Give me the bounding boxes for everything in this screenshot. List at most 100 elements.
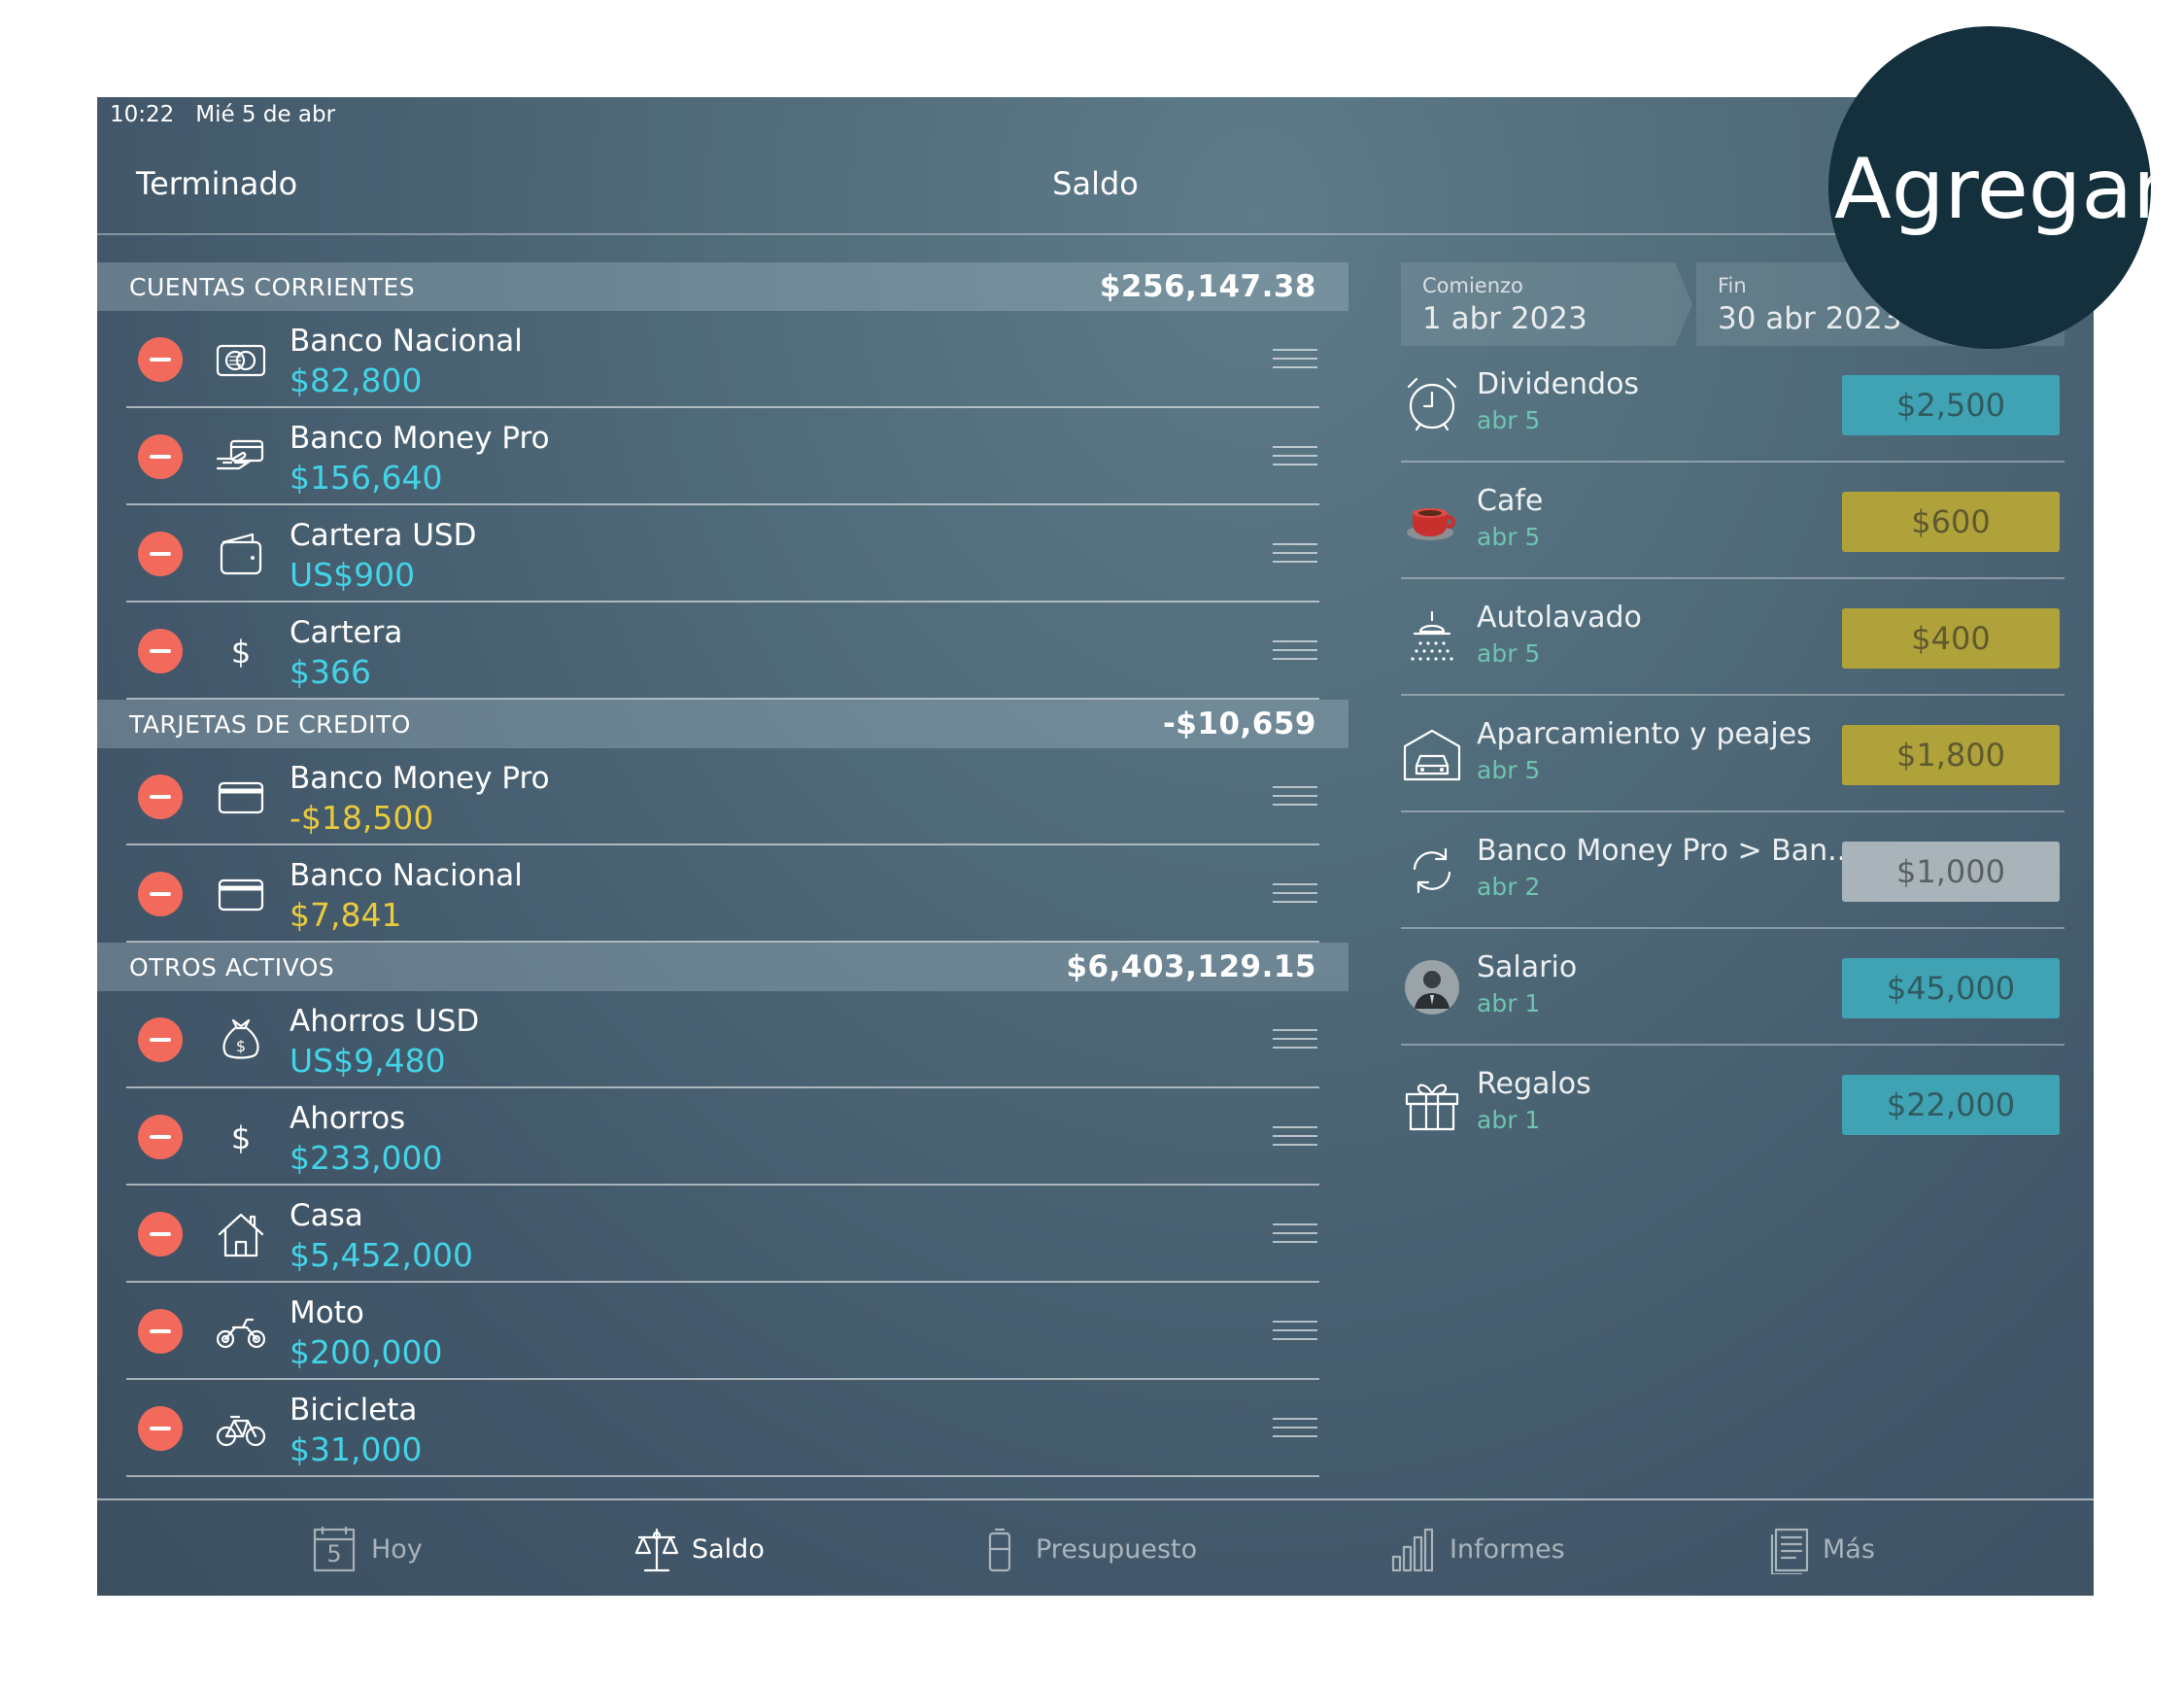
account-row[interactable]: Casa $5,452,000 [97,1186,1348,1283]
delete-button[interactable] [138,1406,183,1451]
scale-icon [631,1526,682,1574]
transaction-row[interactable]: Cafe abr 5 $600 [1401,463,2065,579]
reorder-handle-icon[interactable] [1273,1223,1317,1245]
person-avatar-icon [1401,956,1463,1018]
section-header: CUENTAS CORRIENTES $256,147.38 [97,262,1348,311]
dollar-icon: $ [214,1110,268,1164]
transaction-row[interactable]: Autolavado abr 5 $400 [1401,579,2065,696]
account-row[interactable]: Banco Money Pro $156,640 [97,408,1348,505]
transaction-row[interactable]: Dividendos abr 5 $2,500 [1401,346,2065,463]
delete-button[interactable] [138,1309,183,1354]
account-name: Ahorros USD [290,1004,480,1039]
tab-label: Informes [1450,1534,1565,1565]
transaction-amount-badge: $400 [1842,608,2060,669]
svg-text:$: $ [236,1037,246,1055]
delete-button[interactable] [138,337,183,382]
section-header: OTROS ACTIVOS $6,403,129.15 [97,943,1348,991]
transaction-date: abr 1 [1477,1106,1541,1134]
reorder-handle-icon[interactable] [1273,883,1317,905]
account-row[interactable]: $ Cartera $366 [97,602,1348,700]
reorder-handle-icon[interactable] [1273,1029,1317,1050]
transaction-name: Banco Money Pro > Ban... [1477,834,1856,868]
account-row[interactable]: Banco Nacional $7,841 [97,845,1348,943]
account-row[interactable]: Bicicleta $31,000 [97,1380,1348,1477]
coffee-cup-icon [1401,490,1463,552]
period-start-segment[interactable]: Comienzo 1 abr 2023 [1401,262,1692,346]
transactions-panel: Comienzo 1 abr 2023 Fin 30 abr 2023 Divi… [1401,262,2065,1162]
section-header: TARJETAS DE CREDITO -$10,659 [97,700,1348,748]
reorder-handle-icon[interactable] [1273,1321,1317,1342]
delete-button[interactable] [138,1017,183,1062]
add-button-label: Agregar [1834,141,2151,238]
done-button[interactable]: Terminado [136,165,297,202]
section-title: CUENTAS CORRIENTES [129,273,416,301]
account-row[interactable]: $ Ahorros $233,000 [97,1088,1348,1186]
period-start-value: 1 abr 2023 [1422,301,1587,336]
delete-button[interactable] [138,532,183,576]
calendar-icon: 5 [309,1526,359,1574]
accounts-list: CUENTAS CORRIENTES $256,147.38 Banco Nac… [97,262,1348,1477]
account-amount: US$900 [290,556,416,594]
shower-icon [1401,606,1463,669]
account-row[interactable]: Banco Money Pro -$18,500 [97,748,1348,845]
tabbar-divider [97,1498,2094,1500]
row-divider [126,1475,1319,1477]
wallet-icon [214,527,268,581]
reorder-handle-icon[interactable] [1273,1126,1317,1148]
reorder-handle-icon[interactable] [1273,640,1317,662]
transaction-name: Cafe [1477,484,1544,518]
transaction-row[interactable]: Aparcamiento y peajes abr 5 $1,800 [1401,696,2065,812]
transaction-date: abr 5 [1477,523,1541,551]
account-name: Banco Money Pro [290,421,550,456]
transaction-amount-badge: $2,500 [1842,375,2060,435]
account-row[interactable]: Banco Nacional $82,800 [97,311,1348,408]
account-amount: US$9,480 [290,1042,446,1080]
account-row[interactable]: Cartera USD US$900 [97,505,1348,602]
account-name: Moto [290,1295,364,1330]
reorder-handle-icon[interactable] [1273,1418,1317,1439]
transaction-amount-badge: $22,000 [1842,1075,2060,1135]
delete-button[interactable] [138,629,183,673]
period-end-value: 30 abr 2023 [1718,301,1902,336]
transaction-date: abr 5 [1477,756,1541,784]
account-row[interactable]: $ Ahorros USD US$9,480 [97,991,1348,1088]
section-title: TARJETAS DE CREDITO [129,710,411,739]
delete-button[interactable] [138,1115,183,1159]
transaction-row[interactable]: Banco Money Pro > Ban... abr 2 $1,000 [1401,812,2065,929]
add-button-magnified[interactable]: Agregar [1828,26,2151,349]
transaction-row[interactable]: Regalos abr 1 $22,000 [1401,1046,2065,1162]
navbar-divider [97,233,2094,235]
reorder-handle-icon[interactable] [1273,786,1317,808]
tab-bar: 5 Hoy Saldo Presupuesto Informes Más [97,1498,2094,1596]
reorder-handle-icon[interactable] [1273,349,1317,370]
section-total: -$10,659 [1162,706,1316,741]
transaction-amount-badge: $1,800 [1842,725,2060,785]
transaction-amount-badge: $45,000 [1842,958,2060,1018]
account-name: Banco Money Pro [290,761,550,796]
credit-card-icon [214,867,268,921]
account-amount: $156,640 [290,459,443,497]
house-icon [214,1207,268,1261]
section-total: $6,403,129.15 [1066,949,1316,984]
transaction-row[interactable]: Salario abr 1 $45,000 [1401,929,2065,1046]
delete-button[interactable] [138,872,183,916]
delete-button[interactable] [138,434,183,479]
reorder-handle-icon[interactable] [1273,543,1317,565]
account-name: Cartera [290,615,403,650]
period-end-label: Fin [1718,274,1747,297]
account-name: Bicicleta [290,1393,418,1428]
hand-card-icon [214,430,268,484]
gift-icon [1401,1073,1463,1135]
status-date: Mié 5 de abr [195,102,336,127]
svg-text:$: $ [231,634,251,671]
period-start-label: Comienzo [1422,274,1523,297]
delete-button[interactable] [138,775,183,819]
tab-label: Hoy [371,1534,423,1565]
reorder-handle-icon[interactable] [1273,446,1317,467]
delete-button[interactable] [138,1212,183,1257]
transaction-date: abr 2 [1477,873,1541,901]
page-title: Saldo [1052,165,1139,202]
tab-label: Más [1823,1534,1875,1565]
bank-card-icon [214,332,268,387]
account-row[interactable]: Moto $200,000 [97,1283,1348,1380]
